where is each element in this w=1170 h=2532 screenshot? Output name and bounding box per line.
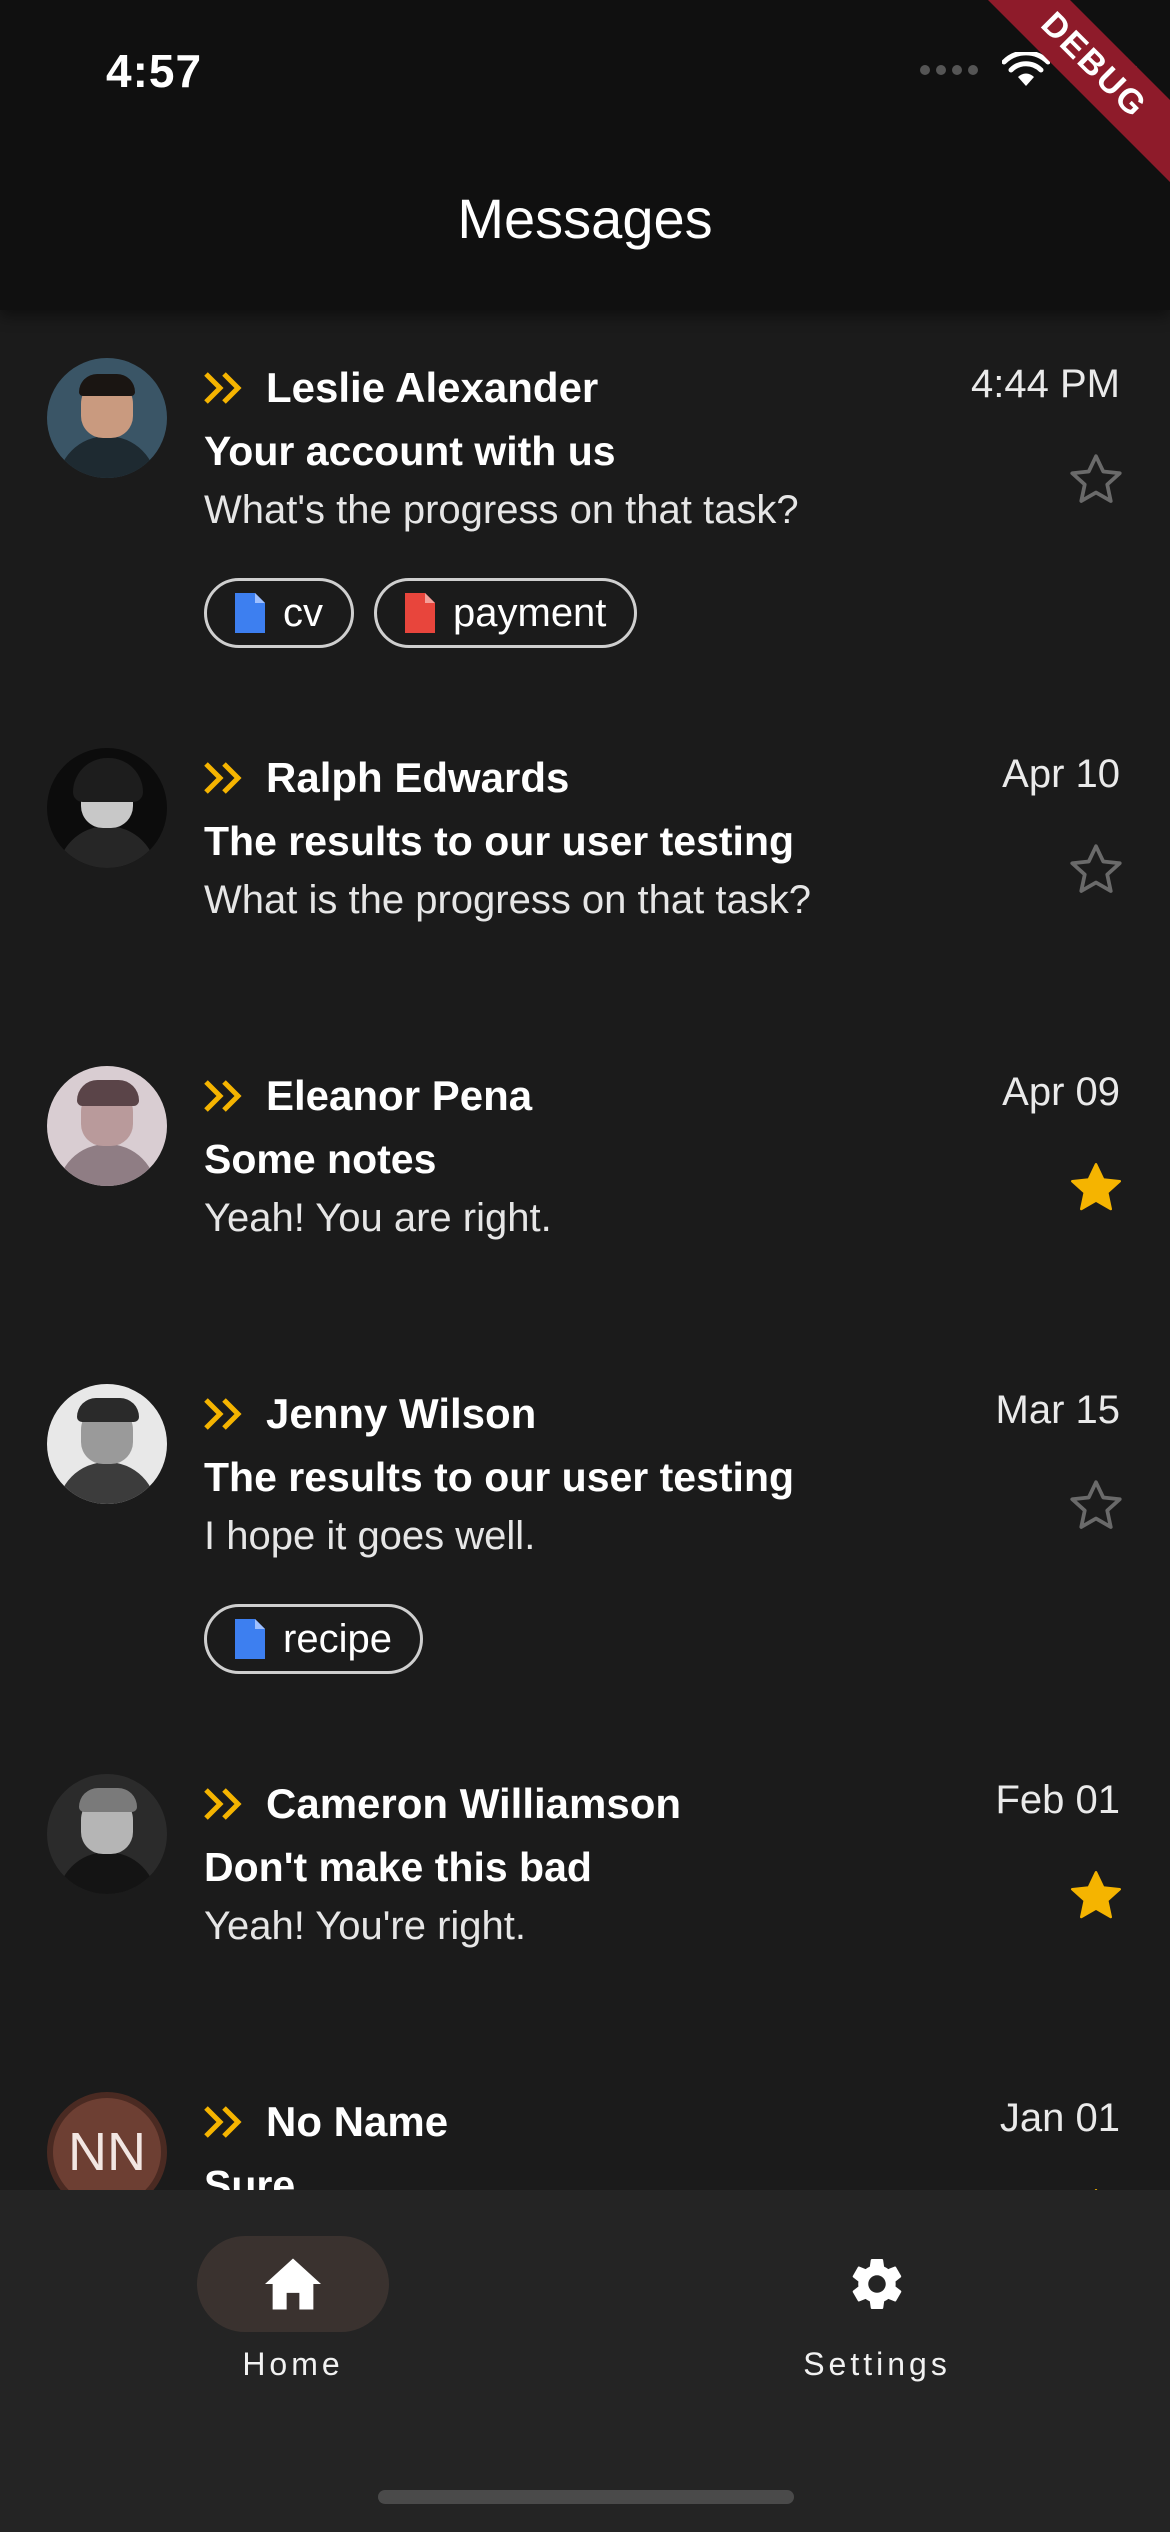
attachment-label: cv bbox=[283, 590, 323, 635]
message-date: Feb 01 bbox=[995, 1778, 1120, 1822]
forward-icon bbox=[204, 1398, 242, 1430]
sender-name: Leslie Alexander bbox=[266, 364, 599, 411]
sender-name: Eleanor Pena bbox=[266, 1072, 533, 1119]
message-item[interactable]: Leslie Alexander 4:44 PM Your account wi… bbox=[0, 310, 1170, 700]
nav-item-settings[interactable]: Settings bbox=[757, 2236, 997, 2383]
sender-name: Cameron Williamson bbox=[266, 1780, 682, 1827]
message-date: Jan 01 bbox=[999, 2096, 1120, 2140]
forward-icon bbox=[204, 2106, 242, 2138]
home-icon bbox=[265, 2258, 321, 2310]
sender-name: Ralph Edwards bbox=[266, 754, 570, 801]
forward-icon bbox=[204, 372, 242, 404]
message-item[interactable]: Cameron Williamson Feb 01 Don't make thi… bbox=[0, 1726, 1170, 2044]
message-preview: What is the progress on that task? bbox=[204, 878, 811, 922]
attachments: recipe bbox=[204, 1604, 423, 1674]
message-preview: I hope it goes well. bbox=[204, 1514, 536, 1558]
avatar: NN bbox=[47, 2092, 167, 2190]
nav-label: Home bbox=[242, 2346, 344, 2382]
message-date: 4:44 PM bbox=[971, 362, 1120, 406]
message-subject: Your account with us bbox=[204, 428, 616, 474]
message-item[interactable]: Eleanor Pena Apr 09 Some notes Yeah! You… bbox=[0, 1018, 1170, 1336]
star-outline-icon[interactable] bbox=[1066, 1476, 1126, 1536]
attachment-chip[interactable]: payment bbox=[374, 578, 638, 648]
attachments: cv payment bbox=[204, 578, 638, 648]
status-time: 4:57 bbox=[106, 45, 203, 97]
forward-icon bbox=[204, 762, 242, 794]
message-preview: What's the progress on that task? bbox=[204, 488, 799, 532]
message-subject: Sure bbox=[204, 2162, 296, 2190]
avatar bbox=[47, 1774, 167, 1894]
message-subject: Some notes bbox=[204, 1136, 437, 1182]
attachment-chip[interactable]: cv bbox=[204, 578, 354, 648]
message-item[interactable]: Ralph Edwards Apr 10 The results to our … bbox=[0, 700, 1170, 1018]
nav-indicator bbox=[781, 2236, 973, 2332]
forward-icon bbox=[204, 1788, 242, 1820]
page-title: Messages bbox=[457, 187, 713, 250]
message-subject: Don't make this bad bbox=[204, 1844, 592, 1890]
star-outline-icon[interactable] bbox=[1066, 450, 1126, 510]
star-filled-icon[interactable] bbox=[1066, 1158, 1126, 1218]
message-preview: Yeah! You are right. bbox=[204, 1196, 552, 1240]
message-item[interactable]: Jenny Wilson Mar 15 The results to our u… bbox=[0, 1336, 1170, 1726]
attachment-label: payment bbox=[453, 590, 607, 635]
bottom-navigation: Home Settings bbox=[0, 2190, 1170, 2532]
sender-name: Jenny Wilson bbox=[266, 1390, 537, 1437]
avatar bbox=[47, 1066, 167, 1186]
message-preview: Yeah! You're right. bbox=[204, 1904, 526, 1948]
cellular-signal-icon bbox=[920, 65, 978, 75]
nav-label: Settings bbox=[803, 2346, 951, 2382]
message-list[interactable]: Leslie Alexander 4:44 PM Your account wi… bbox=[0, 310, 1170, 2190]
message-date: Apr 09 bbox=[1002, 1070, 1120, 1114]
gear-icon bbox=[852, 2259, 902, 2310]
avatar bbox=[47, 1384, 167, 1504]
attachment-chip[interactable]: recipe bbox=[204, 1604, 423, 1674]
attachment-label: recipe bbox=[283, 1616, 392, 1661]
wifi-icon bbox=[1002, 52, 1050, 86]
star-filled-icon[interactable] bbox=[1066, 1866, 1126, 1926]
file-icon bbox=[405, 593, 435, 633]
debug-banner: DEBUG bbox=[967, 0, 1170, 192]
message-subject: The results to our user testing bbox=[204, 818, 795, 864]
file-icon bbox=[235, 1619, 265, 1659]
home-indicator bbox=[378, 2490, 794, 2504]
avatar bbox=[47, 358, 167, 478]
star-outline-icon[interactable] bbox=[1066, 840, 1126, 900]
app-header: 4:57 DEBUG Messages bbox=[0, 0, 1170, 310]
forward-icon bbox=[204, 1080, 242, 1112]
file-icon bbox=[235, 593, 265, 633]
nav-indicator bbox=[197, 2236, 389, 2332]
message-date: Mar 15 bbox=[995, 1388, 1121, 1432]
sender-name: No Name bbox=[266, 2098, 449, 2145]
message-date: Apr 10 bbox=[1002, 752, 1120, 796]
nav-item-home[interactable]: Home bbox=[173, 2236, 413, 2383]
avatar bbox=[47, 748, 167, 868]
message-item[interactable]: NN No Name Jan 01 Sure bbox=[0, 2044, 1170, 2190]
message-subject: The results to our user testing bbox=[204, 1454, 795, 1500]
